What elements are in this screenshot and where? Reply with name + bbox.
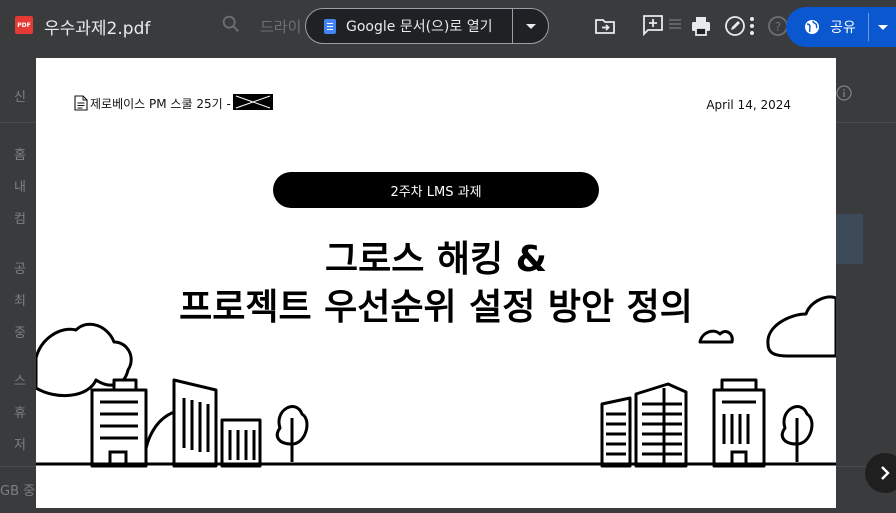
drive-sidebar-background: 신 홈 내 컴 공 최 중 스 휴 저 GB 중 [0, 62, 40, 513]
pdf-page: 제로베이스 PM 스쿨 25기 - April 14, 2024 2주차 LMS… [36, 58, 836, 508]
globe-icon [805, 20, 819, 34]
bg-nav-trash: 휴 [14, 406, 26, 421]
info-icon [836, 85, 852, 101]
more-overlap-icon [669, 19, 681, 29]
viewer-topbar: PDF 우수과제2.pdf 드라이 Google 문서(으)로 열기 ? 공유 [0, 0, 896, 54]
open-with-dropdown-button[interactable] [513, 9, 549, 43]
chevron-right-icon [881, 466, 890, 480]
bg-nav-storage: 저 [14, 438, 26, 453]
building-left-2 [172, 378, 218, 468]
pdf-file-icon: PDF [15, 16, 33, 34]
bg-nav-mydrive: 내 [14, 180, 26, 195]
move-to-folder-icon[interactable] [593, 14, 617, 38]
tree-left [275, 405, 309, 462]
google-docs-icon [324, 18, 336, 34]
chevron-down-icon [877, 24, 888, 30]
more-vertical-icon[interactable] [740, 14, 764, 38]
cloud-small [698, 329, 734, 344]
bg-nav-shared: 공 [14, 262, 26, 277]
bg-selected-row [835, 214, 863, 264]
share-button[interactable]: 공유 [786, 7, 868, 47]
bg-nav-new: 신 [14, 90, 26, 105]
share-dropdown-button[interactable] [869, 7, 896, 47]
open-with-google-docs-button[interactable]: Google 문서(으)로 열기 [306, 9, 512, 43]
building-right-1 [600, 396, 632, 468]
open-with-button-group: Google 문서(으)로 열기 [305, 8, 549, 44]
bg-nav-recent: 최 [14, 294, 26, 309]
file-title: 우수과제2.pdf [44, 19, 151, 39]
svg-text:?: ? [775, 20, 781, 34]
search-hint-text: 드라이 [260, 18, 302, 36]
tree-right [780, 405, 814, 462]
bg-nav-starred: 중 [14, 326, 26, 341]
search-icon[interactable] [220, 13, 242, 35]
bg-nav-computers: 컴 [14, 212, 26, 227]
share-button-group: 공유 [786, 7, 896, 47]
bg-storage-text: GB 중 [0, 484, 36, 499]
bg-nav-spam: 스 [14, 374, 26, 389]
bg-nav-home: 홈 [14, 148, 26, 163]
next-page-button[interactable] [865, 453, 896, 493]
cloud-right [766, 295, 836, 358]
chevron-down-icon [526, 23, 536, 29]
open-with-label: Google 문서(으)로 열기 [346, 19, 493, 35]
share-label: 공유 [830, 20, 856, 36]
city-illustration [36, 295, 836, 468]
add-comment-icon[interactable] [641, 13, 665, 37]
print-icon[interactable] [689, 14, 713, 38]
